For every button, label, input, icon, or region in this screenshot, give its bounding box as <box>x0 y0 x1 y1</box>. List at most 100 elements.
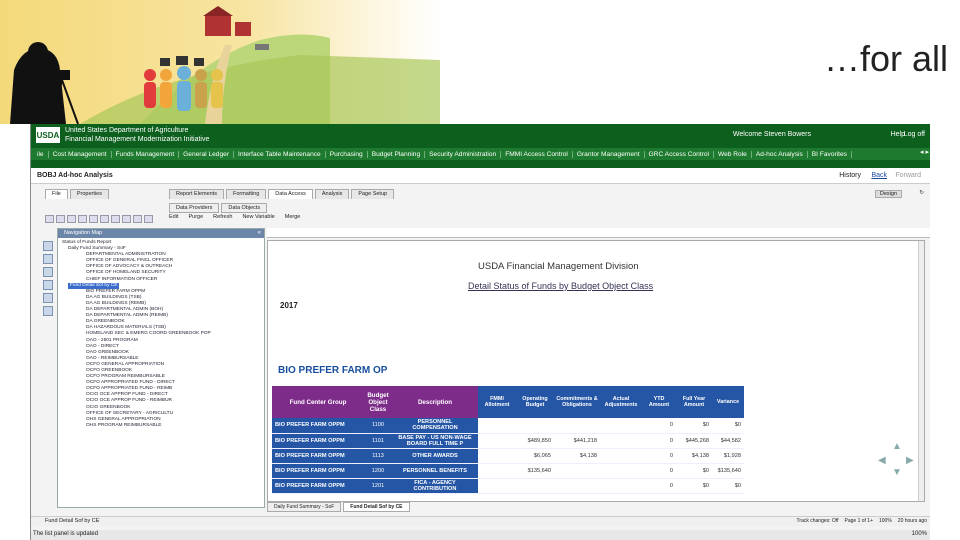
pan-down-icon[interactable]: ▼ <box>892 467 902 478</box>
new-variable-button[interactable]: New Variable <box>242 214 274 220</box>
history-link[interactable]: History <box>839 172 861 179</box>
subtab-data-providers[interactable]: Data Providers <box>169 203 220 213</box>
menu-item[interactable]: Budget Planning <box>368 150 426 158</box>
vertical-scrollbar[interactable] <box>918 241 924 501</box>
tab-analysis[interactable]: Analysis <box>314 189 350 199</box>
tab-report-elements[interactable]: Report Elements <box>169 189 224 199</box>
zoom-level[interactable]: 100% <box>879 518 892 524</box>
slide-title: …for all <box>823 38 948 79</box>
find-icon[interactable] <box>89 215 98 223</box>
main-menu: ile Cost Management Funds Management Gen… <box>31 148 930 160</box>
tab-properties[interactable]: Properties <box>69 189 109 199</box>
undo-icon[interactable] <box>100 215 109 223</box>
menu-item[interactable]: Web Role <box>714 150 752 158</box>
tab-page-setup[interactable]: Page Setup <box>351 189 395 199</box>
menu-item[interactable]: Security Administration <box>425 150 502 158</box>
tab-data-access[interactable]: Data Access <box>268 189 313 199</box>
print-icon[interactable] <box>78 215 87 223</box>
cell-allotment <box>478 433 516 449</box>
new-icon[interactable] <box>45 215 54 223</box>
cell-allotment <box>478 478 516 494</box>
column-header[interactable]: Actual Adjustments <box>600 386 642 418</box>
refresh-icon[interactable]: ↻ <box>919 190 924 196</box>
column-header[interactable]: Operating Budget <box>516 386 554 418</box>
table-row[interactable]: BIO PREFER FARM OPPM 1201 FICA - AGENCY … <box>272 478 744 494</box>
input-controls-icon[interactable] <box>43 280 53 290</box>
menu-item[interactable]: GRC Access Control <box>645 150 715 158</box>
open-icon[interactable] <box>56 215 65 223</box>
refresh-button[interactable]: Refresh <box>213 214 232 220</box>
table-row[interactable]: BIO PREFER FARM OPPM 1100 PERSONNEL COMP… <box>272 418 744 434</box>
column-header[interactable]: FMMI Allotment <box>478 386 516 418</box>
menu-item[interactable]: ile <box>33 150 49 158</box>
table-row[interactable]: BIO PREFER FARM OPPM 1101 BASE PAY - US … <box>272 433 744 449</box>
table-row[interactable]: BIO PREFER FARM OPPM 1113 OTHER AWARDS $… <box>272 448 744 464</box>
table-row[interactable]: BIO PREFER FARM OPPM 1200 PERSONNEL BENE… <box>272 463 744 479</box>
logout-link[interactable]: Log off <box>904 131 925 138</box>
cell-object-class: 1200 <box>364 463 392 479</box>
menu-item[interactable]: FMMI Access Control <box>501 150 573 158</box>
copy-icon[interactable] <box>133 215 142 223</box>
edit-button[interactable]: Edit <box>169 214 178 220</box>
cut-icon[interactable] <box>122 215 131 223</box>
welcome-text: Welcome Steven Bowers <box>732 131 811 138</box>
merge-button[interactable]: Merge <box>285 214 301 220</box>
navigation-map-icon[interactable] <box>43 241 53 251</box>
menu-item[interactable]: Cost Management <box>49 150 112 158</box>
file-toolbar <box>45 213 155 225</box>
menu-scroll-icon[interactable]: ◂ ▸ <box>920 148 929 156</box>
back-link[interactable]: Back <box>871 172 887 179</box>
menu-item[interactable]: Ad-hoc Analysis <box>752 150 808 158</box>
pan-up-icon[interactable]: ▲ <box>892 441 902 452</box>
cell-fund-center: BIO PREFER FARM OPPM <box>272 478 364 494</box>
agency-banner: USDA United States Department of Agricul… <box>31 124 930 148</box>
menu-item[interactable]: Funds Management <box>112 150 180 158</box>
page-title-row: BOBJ Ad-hoc Analysis History Back Forwar… <box>31 168 930 184</box>
track-changes-status[interactable]: Track changes: Off <box>797 518 839 524</box>
report-tab-fund-detail[interactable]: Fund Detail Sof by CE <box>343 502 410 512</box>
redo-icon[interactable] <box>111 215 120 223</box>
collapse-icon[interactable]: « <box>258 229 261 238</box>
report-tab-daily-summary[interactable]: Daily Fund Summary - SoF <box>267 502 342 512</box>
cell-operating-budget: $489,850 <box>516 433 554 449</box>
cell-ytd: 0 <box>642 463 676 479</box>
column-header[interactable]: Description <box>392 386 478 418</box>
tree-item[interactable]: OHS PROGRAM REIMBURSABLE <box>62 423 262 429</box>
column-header[interactable]: Commitments & Obligations <box>554 386 600 418</box>
cell-ytd: 0 <box>642 433 676 449</box>
document-structure-icon[interactable] <box>43 254 53 264</box>
comments-icon[interactable] <box>43 306 53 316</box>
save-icon[interactable] <box>67 215 76 223</box>
column-header[interactable]: Variance <box>712 386 744 418</box>
column-header[interactable]: Budget Object Class <box>364 386 392 418</box>
cell-commitments <box>554 463 600 479</box>
column-header[interactable]: YTD Amount <box>642 386 676 418</box>
pan-left-icon[interactable]: ◀ <box>878 455 886 466</box>
tab-file[interactable]: File <box>45 189 68 199</box>
cell-ytd: 0 <box>642 478 676 494</box>
cell-operating-budget <box>516 418 554 434</box>
browser-zoom[interactable]: 100% <box>912 531 927 537</box>
farm-scene-icon <box>10 6 440 124</box>
forward-link[interactable]: Forward <box>895 172 921 179</box>
formula-bar[interactable] <box>267 228 930 238</box>
refresh-time: 20 hours ago <box>897 518 927 524</box>
paste-icon[interactable] <box>144 215 153 223</box>
subtab-data-objects[interactable]: Data Objects <box>221 203 268 213</box>
menu-item[interactable]: BI Favorites <box>808 150 852 158</box>
menu-item[interactable]: Purchasing <box>326 150 368 158</box>
purge-button[interactable]: Purge <box>188 214 203 220</box>
menu-item[interactable]: Interface Table Maintenance <box>234 150 326 158</box>
available-objects-icon[interactable] <box>43 267 53 277</box>
design-button[interactable]: Design <box>874 190 902 198</box>
slide-header: …for all <box>0 0 960 124</box>
selected-group-label[interactable]: Fund Detail Sof by CE <box>68 282 120 289</box>
menu-item[interactable]: Grantor Management <box>573 150 645 158</box>
column-header[interactable]: Full Year Amount <box>676 386 712 418</box>
menu-item[interactable]: General Ledger <box>179 150 234 158</box>
pan-right-icon[interactable]: ▶ <box>906 455 914 466</box>
tab-formatting[interactable]: Formatting <box>225 189 267 199</box>
web-service-icon[interactable] <box>43 293 53 303</box>
column-header[interactable]: Fund Center Group <box>272 386 364 418</box>
pan-control[interactable]: ▲ ◀ ▶ ▼ <box>878 441 918 481</box>
